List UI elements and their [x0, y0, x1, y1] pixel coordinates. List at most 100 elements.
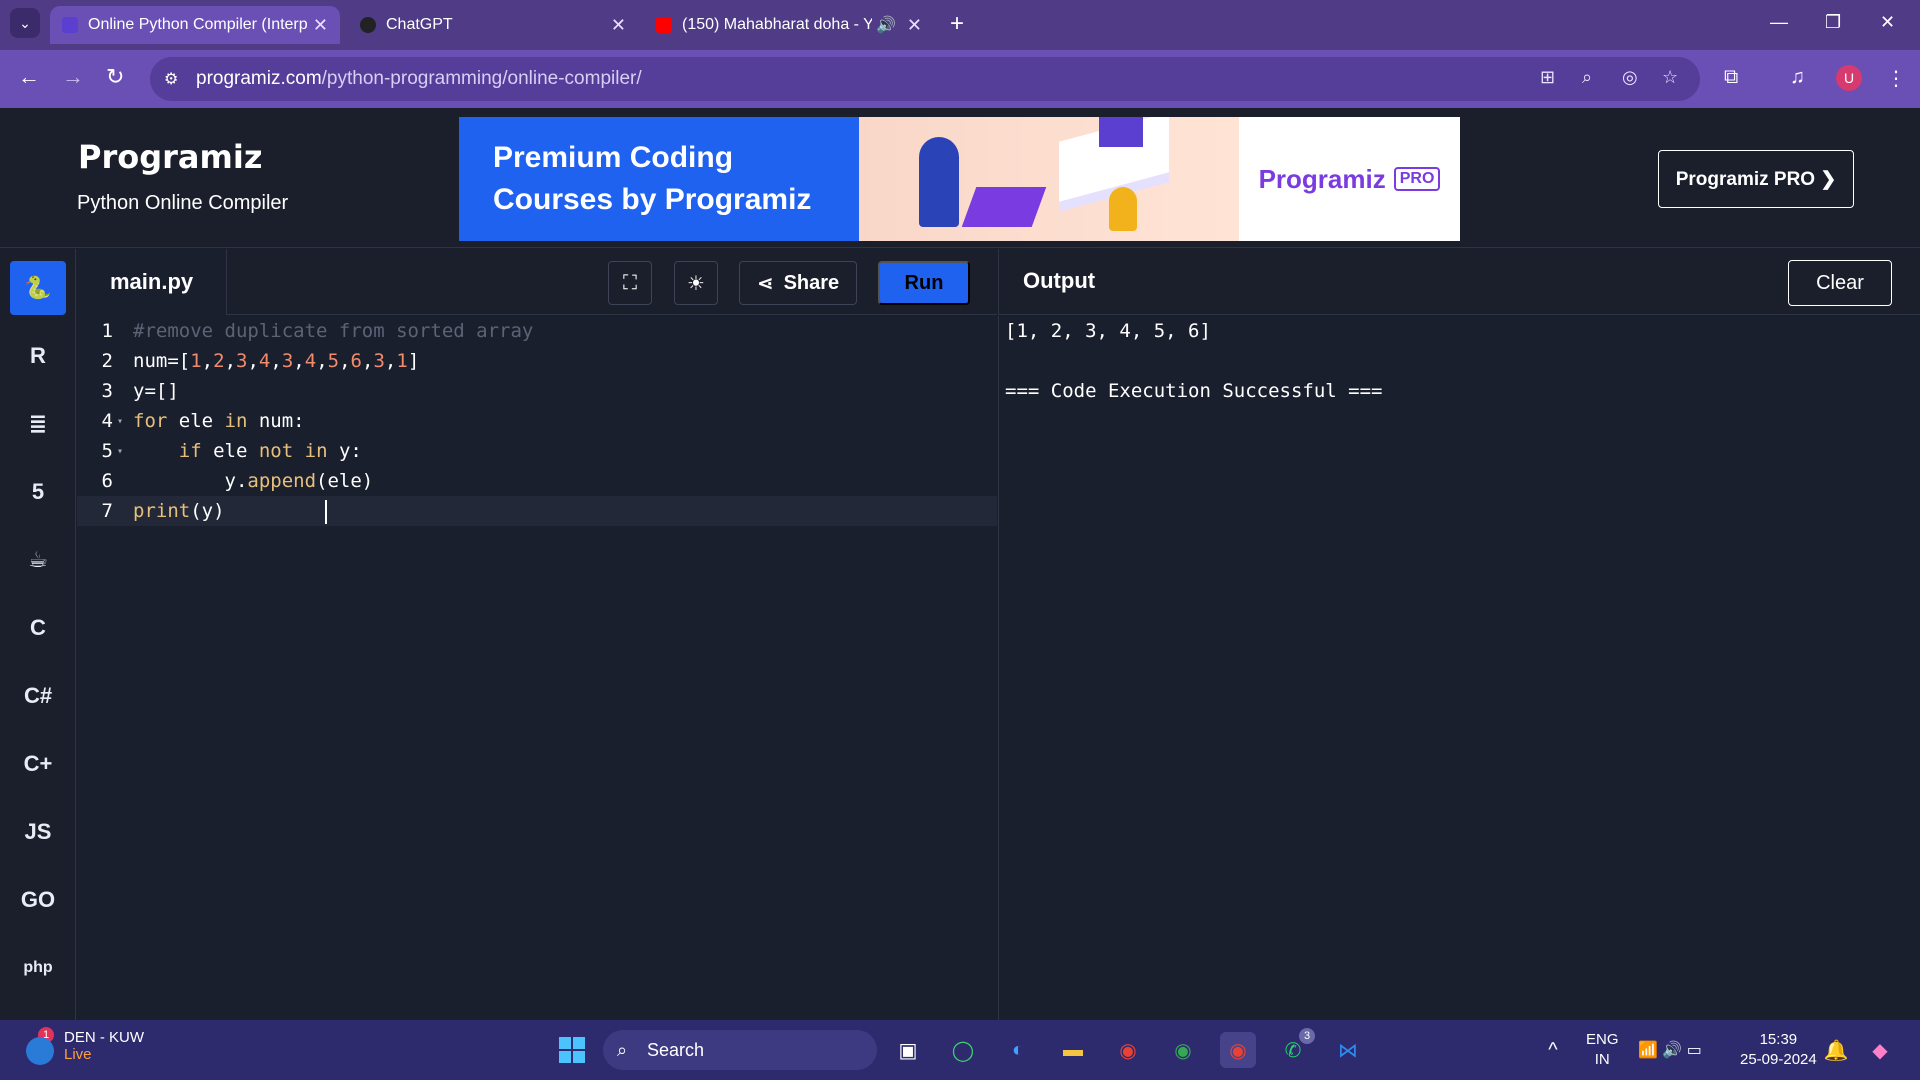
youtube-favicon-icon: [656, 17, 672, 33]
wifi-volume-battery-icons[interactable]: 📶 🔊 ▭: [1630, 1032, 1710, 1068]
browser-toolbar: ← → ↻ ⚙ programiz.com/python-programming…: [0, 50, 1920, 108]
output-console: [1, 2, 3, 4, 5, 6] === Code Execution Su…: [998, 316, 1920, 1020]
share-button[interactable]: ⋖ Share: [739, 261, 857, 305]
code-line: 2 num=[1,2,3,4,3,4,5,6,3,1]: [101, 350, 420, 372]
address-bar[interactable]: ⚙ programiz.com/python-programming/onlin…: [150, 57, 1700, 101]
url-host: programiz.com: [196, 68, 322, 89]
speaker-icon[interactable]: 🔊: [876, 15, 896, 35]
code-line: 5 ▾ if ele not in y:: [101, 440, 362, 462]
php-icon[interactable]: php: [10, 941, 66, 995]
app-ring-icon[interactable]: ◯: [945, 1032, 981, 1068]
clock-time: 15:39: [1759, 1031, 1798, 1048]
go-icon[interactable]: GO: [10, 873, 66, 927]
eye-off-icon[interactable]: ◎: [1622, 67, 1638, 88]
back-icon[interactable]: ←: [18, 64, 40, 90]
code-line: 4 ▾ for ele in num:: [101, 410, 305, 432]
menu-kebab-icon[interactable]: ⋮: [1886, 66, 1906, 91]
translate-icon[interactable]: ⊞: [1540, 67, 1555, 88]
reload-icon[interactable]: ↻: [106, 64, 124, 90]
fold-arrow-icon[interactable]: ▾: [117, 446, 133, 457]
text-cursor: [325, 500, 327, 524]
search-icon: ⌕: [617, 1039, 628, 1060]
chrome-profile-icon[interactable]: ◉: [1165, 1032, 1201, 1068]
chrome-icon[interactable]: ◉: [1110, 1032, 1146, 1068]
run-button[interactable]: Run: [878, 261, 970, 305]
banner-pro-badge: PRO: [1393, 167, 1441, 191]
fold-arrow-icon[interactable]: ▾: [117, 416, 133, 427]
copilot-icon[interactable]: ◆: [1862, 1032, 1898, 1068]
java-icon[interactable]: ☕: [10, 533, 66, 587]
share-label: Share: [783, 271, 840, 294]
new-tab-button[interactable]: +: [950, 10, 964, 38]
code-line: 1 #remove duplicate from sorted array: [101, 320, 534, 342]
language-top: ENG: [1586, 1031, 1619, 1048]
theme-toggle-sun-icon[interactable]: ☀: [674, 261, 718, 305]
code-line: 3 y=[]: [101, 380, 179, 402]
minimize-icon[interactable]: —: [1770, 12, 1788, 33]
profile-avatar[interactable]: U: [1836, 65, 1862, 91]
tab-search-button[interactable]: ⌄: [10, 8, 40, 38]
site-info-icon[interactable]: ⚙: [164, 69, 178, 89]
python-icon[interactable]: 🐍: [10, 261, 66, 315]
tab-title: Online Python Compiler (Interp: [88, 16, 308, 33]
close-tab-icon[interactable]: ✕: [611, 15, 626, 36]
windows-taskbar: 1 DEN - KUW Live ⌕ Search ▣ ◯ ◐ ▬ ◉ ◉ ◉ …: [0, 1020, 1920, 1080]
cricket-icon: [26, 1037, 54, 1065]
tab-programiz[interactable]: Online Python Compiler (Interp ✕: [50, 6, 340, 44]
output-line: === Code Execution Successful ===: [1005, 380, 1383, 402]
taskbar-search[interactable]: ⌕ Search: [603, 1030, 877, 1070]
chatgpt-favicon-icon: [360, 17, 376, 33]
edge-icon[interactable]: ◐: [1000, 1032, 1036, 1068]
javascript-icon[interactable]: JS: [10, 805, 66, 859]
bookmark-star-icon[interactable]: ☆: [1662, 67, 1678, 88]
clear-button[interactable]: Clear: [1788, 260, 1892, 306]
cpp-icon[interactable]: C+: [10, 737, 66, 791]
whatsapp-icon[interactable]: ✆ 3: [1275, 1028, 1315, 1068]
chrome-active-icon[interactable]: ◉: [1220, 1032, 1256, 1068]
html5-icon[interactable]: 5: [10, 465, 66, 519]
media-controls-icon[interactable]: ♫: [1790, 66, 1805, 89]
tab-title: (150) Mahabharat doha - Yo: [682, 16, 872, 33]
fullscreen-icon[interactable]: ⛶: [608, 261, 652, 305]
banner-illustration: [859, 117, 1239, 241]
close-tab-icon[interactable]: ✕: [907, 15, 922, 36]
vscode-icon[interactable]: ⋈: [1330, 1032, 1366, 1068]
database-icon[interactable]: ≣: [10, 397, 66, 451]
banner-line-1: Premium Coding: [493, 141, 734, 174]
output-line: [1, 2, 3, 4, 5, 6]: [1005, 320, 1211, 342]
c-icon[interactable]: C: [10, 601, 66, 655]
code-line: 6 y.append(ele): [101, 470, 374, 492]
share-icon: ⋖: [756, 272, 774, 295]
show-hidden-icons-icon[interactable]: ^: [1535, 1032, 1571, 1068]
file-tab-main-py[interactable]: main.py: [77, 249, 227, 315]
programiz-favicon-icon: [62, 17, 78, 33]
page-subtitle: Python Online Compiler: [77, 192, 289, 214]
restore-icon[interactable]: ❐: [1825, 12, 1841, 33]
tab-chatgpt[interactable]: ChatGPT ✕: [348, 6, 638, 44]
tab-youtube[interactable]: (150) Mahabharat doha - Yo 🔊 ✕: [644, 6, 934, 44]
task-view-icon[interactable]: ▣: [890, 1032, 926, 1068]
code-line-current: 7 print(y): [77, 496, 997, 526]
extensions-icon[interactable]: ⧉: [1724, 66, 1738, 89]
r-icon[interactable]: R: [10, 329, 66, 383]
programiz-pro-button[interactable]: Programiz PRO ❯: [1658, 150, 1854, 208]
windows-start-icon[interactable]: [554, 1032, 590, 1068]
promo-banner[interactable]: Premium Coding Courses by Programiz Prog…: [459, 117, 1460, 241]
close-window-icon[interactable]: ✕: [1880, 12, 1895, 33]
language-indicator[interactable]: ENG IN: [1586, 1030, 1619, 1070]
banner-brand-name: Programiz: [1258, 163, 1386, 194]
system-clock[interactable]: 15:39 25-09-2024: [1740, 1030, 1817, 1070]
zoom-icon[interactable]: ⌕: [1582, 67, 1592, 88]
close-tab-icon[interactable]: ✕: [313, 15, 328, 36]
forward-icon[interactable]: →: [62, 64, 84, 90]
language-sidebar: 🐍 R ≣ 5 ☕ C C# C+ JS GO php: [0, 249, 76, 1020]
code-editor[interactable]: 1 #remove duplicate from sorted array 2 nu…: [77, 316, 997, 1020]
csharp-icon[interactable]: C#: [10, 669, 66, 723]
tab-title: ChatGPT: [386, 16, 453, 33]
programiz-logo[interactable]: Programiz: [78, 138, 262, 176]
weather-widget[interactable]: 1 DEN - KUW Live: [26, 1027, 144, 1065]
filename: main.py: [110, 269, 194, 294]
notification-bell-icon[interactable]: 🔔: [1818, 1032, 1854, 1068]
file-explorer-icon[interactable]: ▬: [1055, 1032, 1091, 1068]
